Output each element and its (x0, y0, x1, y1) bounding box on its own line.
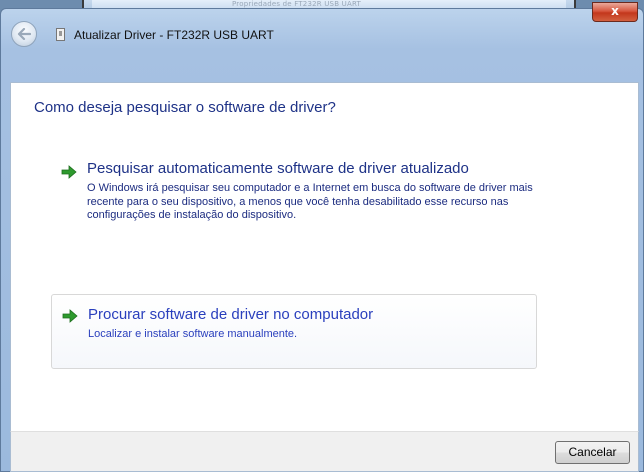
wizard-footer: Cancelar (10, 431, 639, 472)
option-search-automatically[interactable]: Pesquisar automaticamente software de dr… (51, 160, 537, 240)
window-title: Atualizar Driver - FT232R USB UART (74, 28, 274, 42)
green-arrow-icon (61, 165, 77, 179)
option-title[interactable]: Procurar software de driver no computado… (88, 306, 373, 323)
usb-device-icon (56, 28, 65, 41)
option-description: O Windows irá pesquisar seu computador e… (87, 182, 533, 221)
wizard-content: Como deseja pesquisar o software de driv… (10, 82, 639, 432)
cancel-button[interactable]: Cancelar (555, 441, 630, 464)
page-heading: Como deseja pesquisar o software de driv… (34, 99, 336, 116)
back-button[interactable] (11, 21, 37, 47)
option-browse-computer[interactable]: Procurar software de driver no computado… (51, 294, 537, 369)
option-title[interactable]: Pesquisar automaticamente software de dr… (87, 160, 469, 177)
title-bar: Atualizar Driver - FT232R USB UART (1, 19, 643, 53)
option-description: Localizar e instalar software manualment… (88, 328, 298, 340)
background-window-title: Propriedades de FT232R USB UART (232, 0, 361, 8)
back-arrow-icon (17, 28, 31, 40)
green-arrow-icon (62, 309, 78, 323)
